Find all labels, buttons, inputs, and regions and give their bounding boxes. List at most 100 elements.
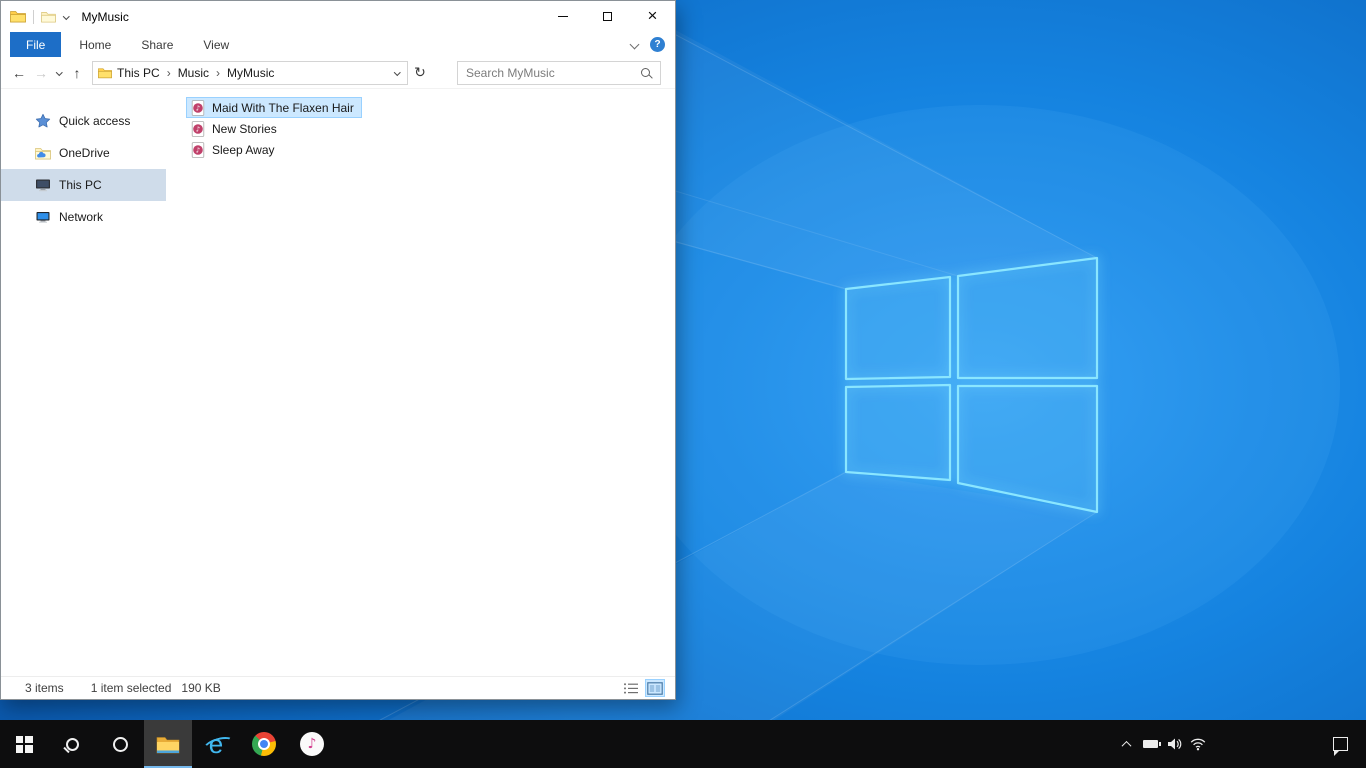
details-view-button[interactable] [621, 679, 641, 697]
help-icon: ? [654, 39, 661, 50]
close-button[interactable]: × [630, 1, 675, 32]
qat-folder-icon[interactable] [41, 11, 56, 23]
navigation-toolbar: ← → ↑ This PC › Music › MyMusic ↻ [1, 57, 675, 89]
status-size: 190 KB [181, 681, 221, 695]
ribbon-expand-chevron-icon[interactable] [629, 39, 640, 50]
battery-icon [1142, 740, 1161, 748]
titlebar-divider [33, 9, 34, 24]
action-center-button[interactable] [1320, 720, 1360, 768]
note-glyph: ♪ [196, 125, 200, 133]
window-folder-icon[interactable] [10, 10, 26, 23]
nav-item-network[interactable]: Network [1, 201, 166, 233]
file-list: ♪ Maid With The Flaxen Hair ♪ New Storie… [166, 89, 675, 676]
chrome-task-button[interactable] [240, 720, 288, 768]
file-explorer-icon [156, 736, 180, 753]
battery-tray-button[interactable] [1138, 720, 1162, 768]
windows-logo [844, 256, 1099, 514]
help-button[interactable]: ? [650, 37, 665, 52]
recent-locations-chevron-icon[interactable] [55, 69, 63, 76]
nav-item-label: Quick access [59, 114, 131, 128]
chrome-icon [252, 732, 276, 756]
maximize-icon [603, 12, 612, 21]
media-file-icon: ♪ [191, 120, 205, 137]
breadcrumb-chevron-icon[interactable]: › [214, 66, 222, 80]
qat-customize-chevron-icon[interactable] [63, 13, 70, 20]
nav-item-label: OneDrive [59, 146, 110, 160]
onedrive-folder-icon [35, 147, 51, 159]
quick-access-toolbar [10, 9, 70, 24]
minimize-icon [557, 16, 568, 17]
search-icon[interactable] [641, 68, 650, 77]
title-bar[interactable]: MyMusic × [1, 1, 675, 32]
cortana-icon [112, 736, 128, 752]
search-icon [65, 737, 79, 751]
details-view-icon [624, 682, 638, 694]
tab-share[interactable]: Share [129, 32, 185, 57]
tab-view[interactable]: View [191, 32, 241, 57]
address-folder-icon [98, 67, 112, 78]
window-title: MyMusic [81, 9, 129, 24]
explorer-window: MyMusic × File Home Share View ? ← → ↑ T… [0, 0, 676, 700]
tab-file[interactable]: File [10, 32, 62, 57]
refresh-button[interactable]: ↻ [408, 64, 432, 81]
address-bar[interactable]: This PC › Music › MyMusic [92, 60, 408, 85]
desktop: MyMusic × File Home Share View ? ← → ↑ T… [0, 0, 1366, 768]
music-note-icon: ♪ [307, 736, 317, 752]
media-file-icon: ♪ [191, 99, 205, 116]
ribbon-tab-bar: File Home Share View ? [1, 32, 675, 57]
media-file-icon: ♪ [191, 141, 205, 158]
cortana-button[interactable] [96, 720, 144, 768]
breadcrumb-music[interactable]: Music [173, 66, 214, 80]
navigation-pane: Quick access OneDrive This PC Network [1, 89, 166, 676]
this-pc-icon [36, 179, 50, 192]
breadcrumb-mymusic[interactable]: MyMusic [222, 66, 279, 80]
hidden-icons-button[interactable] [1114, 720, 1138, 768]
taskbar: e ♪ [0, 720, 1366, 768]
action-center-icon [1332, 737, 1348, 756]
tab-home[interactable]: Home [67, 32, 123, 57]
search-box [457, 60, 661, 85]
itunes-task-button[interactable]: ♪ [288, 720, 336, 768]
status-selection: 1 item selected [90, 681, 172, 695]
explorer-main: Quick access OneDrive This PC Network ♪ … [1, 89, 675, 676]
note-glyph: ♪ [196, 146, 200, 154]
note-glyph: ♪ [196, 104, 200, 112]
nav-item-this-pc[interactable]: This PC [1, 169, 166, 201]
breadcrumb-this-pc[interactable]: This PC [112, 66, 165, 80]
itunes-icon: ♪ [300, 732, 324, 756]
breadcrumb-chevron-icon[interactable]: › [165, 66, 173, 80]
file-name: New Stories [212, 121, 277, 136]
start-button[interactable] [0, 720, 48, 768]
file-item[interactable]: ♪ Maid With The Flaxen Hair [186, 97, 362, 118]
back-button[interactable]: ← [8, 61, 30, 85]
volume-icon [1168, 738, 1182, 750]
nav-item-label: Network [59, 210, 104, 224]
search-input[interactable] [458, 65, 641, 80]
thumbnail-view-button[interactable] [645, 679, 665, 697]
address-history-chevron-icon[interactable] [393, 69, 400, 76]
star-icon [35, 113, 51, 128]
volume-tray-button[interactable] [1162, 720, 1186, 768]
file-explorer-task-button[interactable] [144, 720, 192, 768]
taskbar-search-button[interactable] [48, 720, 96, 768]
maximize-button[interactable] [585, 1, 630, 32]
status-bar: 3 items 1 item selected 190 KB [1, 676, 675, 699]
nav-item-quick-access[interactable]: Quick access [1, 105, 166, 137]
forward-button[interactable]: → [30, 61, 52, 85]
nav-item-onedrive[interactable]: OneDrive [1, 137, 166, 169]
up-button[interactable]: ↑ [66, 61, 88, 85]
file-item[interactable]: ♪ New Stories [186, 118, 285, 139]
thumbnail-view-icon [647, 681, 663, 695]
caption-buttons: × [540, 1, 675, 32]
internet-explorer-task-button[interactable]: e [192, 720, 240, 768]
windows-logo-icon [15, 735, 33, 753]
status-item-count: 3 items [25, 681, 64, 695]
network-icon [36, 212, 50, 223]
file-name: Sleep Away [212, 142, 275, 157]
network-tray-button[interactable] [1186, 720, 1210, 768]
close-icon: × [647, 6, 658, 25]
file-item[interactable]: ♪ Sleep Away [186, 139, 283, 160]
system-tray [1114, 720, 1366, 768]
file-name: Maid With The Flaxen Hair [212, 100, 354, 115]
minimize-button[interactable] [540, 1, 585, 32]
